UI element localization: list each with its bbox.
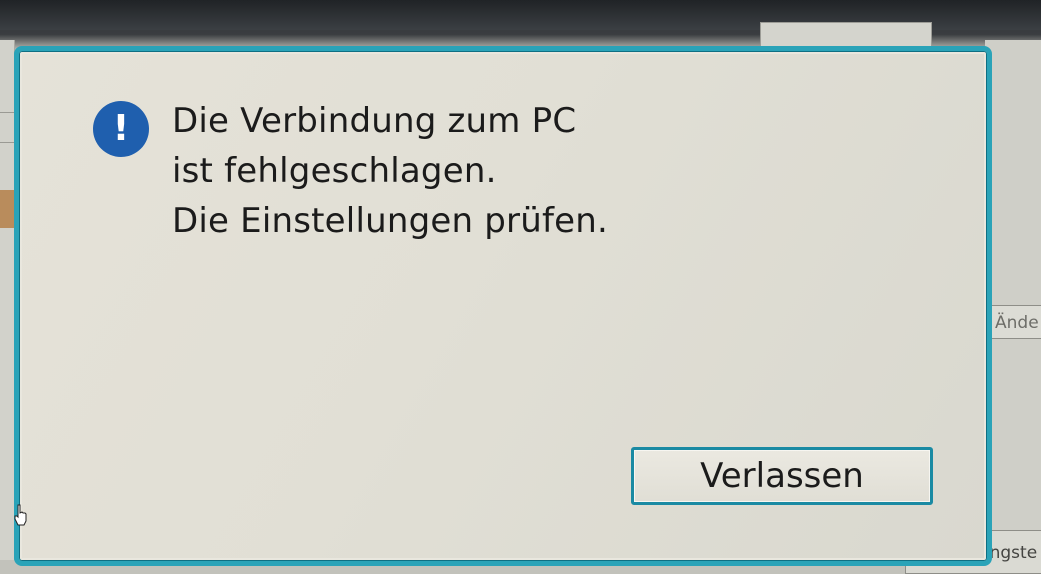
exclamation-icon: ! <box>93 101 149 157</box>
background-divider <box>0 142 14 143</box>
error-dialog: ! Die Verbindung zum PC ist fehlgeschlag… <box>14 46 992 566</box>
error-message: Die Verbindung zum PC ist fehlgeschlagen… <box>172 96 812 246</box>
message-line: Die Einstellungen prüfen. <box>172 201 608 241</box>
background-header-tab <box>760 22 932 48</box>
message-line: Die Verbindung zum PC <box>172 101 577 141</box>
background-left-panel <box>0 40 15 574</box>
hand-cursor-icon <box>14 504 27 526</box>
background-change-button[interactable]: Ände <box>990 305 1041 339</box>
message-line: ist fehlgeschlagen. <box>172 151 497 191</box>
background-left-highlight <box>0 190 14 228</box>
exit-button[interactable]: Verlassen <box>631 447 933 505</box>
background-divider <box>0 112 14 113</box>
